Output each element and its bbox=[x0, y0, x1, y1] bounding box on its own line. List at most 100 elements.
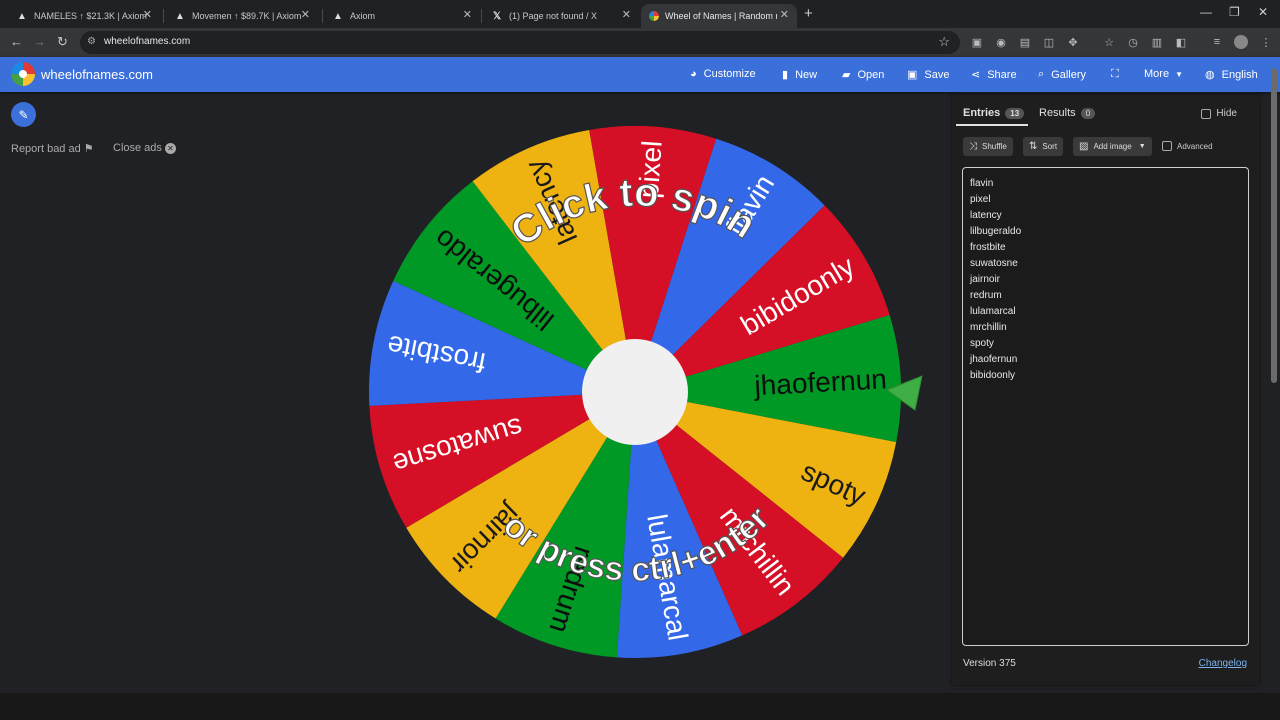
chevron-down-icon: ▼ bbox=[1175, 69, 1183, 79]
close-tab-icon[interactable]: ✕ bbox=[463, 8, 472, 21]
save-label: Save bbox=[924, 68, 950, 81]
sort-button[interactable]: ⇅ Sort bbox=[1023, 137, 1064, 156]
report-bad-ad-link[interactable]: Report bad ad ⚑ bbox=[11, 142, 94, 155]
browser-tab[interactable]: ▲ NAMELES ↑ $21.3K | Axiom ✕ bbox=[8, 4, 160, 28]
restore-icon[interactable]: ❐ bbox=[1229, 5, 1240, 19]
address-bar[interactable]: ⚙ wheelofnames.com ☆ bbox=[80, 31, 960, 54]
results-tab-label: Results bbox=[1039, 107, 1076, 119]
brand-name[interactable]: wheelofnames.com bbox=[41, 67, 153, 82]
customize-label: Customize bbox=[703, 68, 756, 80]
browser-tab[interactable]: ▲ Axiom ✕ bbox=[324, 4, 480, 28]
share-icon: ⋖ bbox=[971, 69, 981, 81]
close-ads-link[interactable]: Close ads ✕ bbox=[113, 142, 176, 154]
add-image-button[interactable]: ▨ Add image ▼ bbox=[1073, 137, 1152, 156]
share-label: Share bbox=[987, 68, 1017, 81]
scrollbar-thumb[interactable] bbox=[1271, 68, 1277, 383]
extension-icon[interactable]: ◉ bbox=[994, 35, 1008, 49]
axiom-icon: ▲ bbox=[17, 10, 27, 22]
browser-tab[interactable]: 𝕏 (1) Page not found / X ✕ bbox=[483, 4, 639, 28]
checkbox-icon[interactable] bbox=[1201, 108, 1212, 119]
entry-line[interactable]: lilbugeraldo bbox=[970, 224, 1241, 240]
edit-pencil-button[interactable]: ✎ bbox=[11, 102, 36, 127]
changelog-link[interactable]: Changelog bbox=[1199, 658, 1247, 669]
entry-line[interactable]: bibidoonly bbox=[970, 368, 1241, 384]
entry-line[interactable]: jairnoir bbox=[970, 272, 1241, 288]
language-label: English bbox=[1221, 68, 1258, 81]
close-ads-label: Close ads bbox=[113, 142, 162, 154]
entry-line[interactable]: redrum bbox=[970, 288, 1241, 304]
entry-line[interactable]: lulamarcal bbox=[970, 304, 1241, 320]
extension-icon[interactable]: ◫ bbox=[1042, 35, 1056, 49]
bookmark-star-icon[interactable]: ☆ bbox=[938, 34, 950, 50]
wheel-logo-icon[interactable] bbox=[11, 62, 35, 86]
tab-title: Axiom bbox=[350, 11, 376, 21]
tab-results[interactable]: Results 0 bbox=[1039, 107, 1096, 119]
checkbox-icon[interactable] bbox=[1162, 141, 1172, 151]
gallery-button[interactable]: ⌕ Gallery bbox=[1038, 68, 1086, 81]
customize-button[interactable]: ◕ Customize bbox=[690, 68, 756, 80]
entry-line[interactable]: latency bbox=[970, 208, 1241, 224]
entry-line[interactable]: jhaofernun bbox=[970, 352, 1241, 368]
entry-line[interactable]: flavin bbox=[970, 176, 1241, 192]
advanced-checkbox[interactable]: Advanced bbox=[1162, 141, 1213, 151]
close-window-icon[interactable]: ✕ bbox=[1258, 5, 1268, 19]
results-count-badge: 0 bbox=[1080, 107, 1096, 119]
browser-tab-active[interactable]: Wheel of Names | Random nam ✕ bbox=[641, 4, 797, 28]
site-info-icon[interactable]: ⚙ bbox=[87, 36, 96, 47]
hide-label: Hide bbox=[1216, 108, 1237, 119]
entries-textarea[interactable]: flavin pixel latency lilbugeraldo frostbite s… bbox=[962, 167, 1249, 646]
reload-icon[interactable]: ↻ bbox=[57, 34, 68, 50]
entry-line[interactable]: suwatosne bbox=[970, 256, 1241, 272]
entry-line[interactable]: spoty bbox=[970, 336, 1241, 352]
language-button[interactable]: ◍ English bbox=[1205, 68, 1258, 82]
open-button[interactable]: ▰ Open bbox=[842, 68, 885, 82]
flag-icon: ⚑ bbox=[83, 143, 94, 155]
globe-icon: ◍ bbox=[1205, 69, 1215, 81]
search-icon: ⌕ bbox=[1038, 68, 1045, 80]
new-button[interactable]: ▮ New bbox=[782, 68, 817, 82]
report-ad-label: Report bad ad bbox=[11, 143, 81, 155]
minimize-icon[interactable]: — bbox=[1200, 5, 1212, 19]
close-tab-icon[interactable]: ✕ bbox=[143, 8, 152, 21]
extension-icon[interactable]: ▤ bbox=[1018, 35, 1032, 49]
menu-dots-icon[interactable]: ⋮ bbox=[1259, 35, 1273, 49]
favorites-icon[interactable]: ☆ bbox=[1102, 35, 1116, 49]
more-button[interactable]: More ▼ bbox=[1144, 68, 1183, 80]
entry-line[interactable]: mrchillin bbox=[970, 320, 1241, 336]
page-scrollbar[interactable] bbox=[1270, 62, 1278, 690]
new-tab-icon[interactable]: + bbox=[804, 5, 813, 22]
history-icon[interactable]: ◷ bbox=[1126, 35, 1140, 49]
hide-checkbox[interactable]: Hide bbox=[1201, 108, 1237, 119]
save-button[interactable]: ▣ Save bbox=[907, 68, 950, 82]
sidebar-icon[interactable]: ◧ bbox=[1174, 35, 1188, 49]
trash-icon[interactable]: ▥ bbox=[1150, 35, 1164, 49]
advanced-label: Advanced bbox=[1177, 141, 1213, 151]
profile-avatar[interactable] bbox=[1234, 35, 1248, 49]
shuffle-button[interactable]: ⤨ Shuffle bbox=[963, 137, 1013, 156]
entries-tab-label: Entries bbox=[963, 107, 1001, 119]
entries-panel: Entries 13 Results 0 Hide ⤨ Shuffle ⇅ So… bbox=[952, 95, 1259, 685]
open-label: Open bbox=[857, 68, 885, 81]
entry-line[interactable]: frostbite bbox=[970, 240, 1241, 256]
extension-icon[interactable]: ▣ bbox=[970, 35, 984, 49]
forward-icon[interactable]: → bbox=[33, 34, 46, 49]
add-image-label: Add image bbox=[1093, 142, 1132, 151]
image-icon: ▨ bbox=[1079, 141, 1089, 152]
entry-line[interactable]: pixel bbox=[970, 192, 1241, 208]
close-tab-icon[interactable]: ✕ bbox=[622, 8, 631, 21]
browser-tab[interactable]: ▲ Movemen ↑ $89.7K | Axiom ✕ bbox=[166, 4, 318, 28]
spinning-wheel[interactable]: jhaofernunspotymrchillinlulamarcalredrum… bbox=[360, 120, 940, 670]
share-button[interactable]: ⋖ Share bbox=[971, 68, 1017, 82]
tab-entries[interactable]: Entries 13 bbox=[963, 107, 1025, 119]
tab-title: NAMELES ↑ $21.3K | Axiom bbox=[34, 11, 147, 21]
wheel-center-hub[interactable] bbox=[582, 339, 688, 445]
reading-list-icon[interactable]: ≡ bbox=[1210, 35, 1224, 49]
puzzle-icon[interactable]: ✥ bbox=[1066, 35, 1080, 49]
tab-separator bbox=[163, 9, 164, 23]
active-tab-indicator bbox=[956, 124, 1028, 126]
fullscreen-button[interactable]: ⛶ bbox=[1111, 68, 1126, 81]
tab-title: (1) Page not found / X bbox=[509, 11, 598, 21]
close-tab-icon[interactable]: ✕ bbox=[301, 8, 310, 21]
close-tab-icon[interactable]: ✕ bbox=[780, 8, 789, 21]
back-icon[interactable]: ← bbox=[10, 34, 23, 49]
